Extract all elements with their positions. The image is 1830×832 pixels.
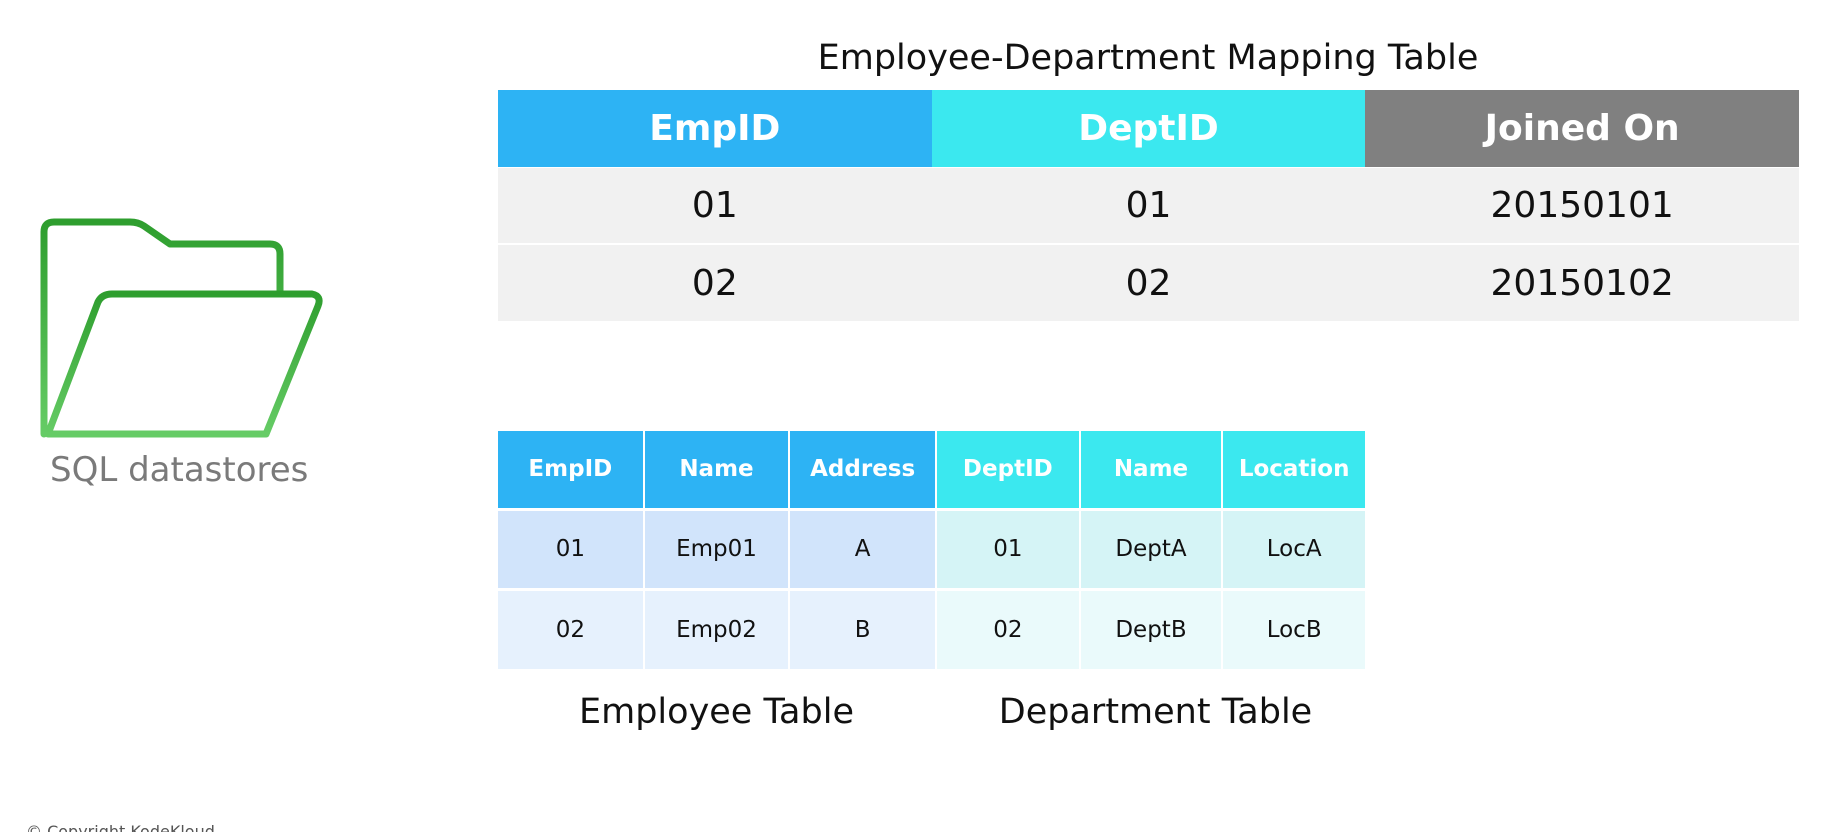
mapping-cell: 20150101: [1365, 166, 1799, 244]
table-row: 01 Emp01 A: [498, 507, 935, 589]
table-row: 02 Emp02 B: [498, 587, 935, 669]
employee-header-name: Name: [643, 431, 791, 509]
folder-label: SQL datastores: [50, 450, 309, 490]
employee-cell: 02: [498, 587, 645, 669]
department-table: DeptID Name Location 01 DeptA LocA 02 De…: [937, 431, 1365, 669]
department-header-location: Location: [1222, 431, 1365, 509]
department-table-caption: Department Table: [998, 692, 1313, 732]
employee-table-caption: Employee Table: [579, 692, 854, 732]
department-cell: LocA: [1222, 507, 1365, 589]
mapping-header-empid: EmpID: [498, 90, 932, 167]
employee-table-header-row: EmpID Name Address: [498, 431, 935, 509]
department-cell: DeptB: [1079, 587, 1224, 669]
table-row: 02 DeptB LocB: [937, 587, 1365, 669]
department-table-header-row: DeptID Name Location: [937, 431, 1365, 509]
mapping-cell: 01: [931, 166, 1366, 244]
employee-header-empid: EmpID: [498, 431, 645, 509]
copyright-notice: © Copyright KodeKloud: [26, 822, 215, 832]
department-cell: 02: [937, 587, 1081, 669]
mapping-table-header-row: EmpID DeptID Joined On: [498, 90, 1799, 167]
mapping-cell: 02: [498, 243, 932, 321]
mapping-header-joined-on: Joined On: [1365, 90, 1799, 167]
employee-header-address: Address: [789, 431, 935, 509]
department-cell: DeptA: [1079, 507, 1224, 589]
employee-table: EmpID Name Address 01 Emp01 A 02 Emp02 B: [498, 431, 935, 669]
folder-icon: [38, 212, 358, 442]
employee-cell: Emp02: [643, 587, 791, 669]
mapping-header-deptid: DeptID: [931, 90, 1366, 167]
employee-cell: B: [789, 587, 935, 669]
employee-cell: A: [789, 507, 935, 589]
mapping-cell: 01: [498, 166, 932, 244]
mapping-table-title: Employee-Department Mapping Table: [817, 38, 1479, 78]
mapping-table: EmpID DeptID Joined On 01 01 20150101 02…: [498, 90, 1799, 321]
employee-cell: 01: [498, 507, 645, 589]
table-row: 01 DeptA LocA: [937, 507, 1365, 589]
table-row: 01 01 20150101: [498, 166, 1799, 244]
mapping-cell: 20150102: [1365, 243, 1799, 321]
employee-cell: Emp01: [643, 507, 791, 589]
department-header-deptid: DeptID: [937, 431, 1081, 509]
department-cell: 01: [937, 507, 1081, 589]
department-cell: LocB: [1222, 587, 1365, 669]
mapping-cell: 02: [931, 243, 1366, 321]
department-header-name: Name: [1079, 431, 1224, 509]
table-row: 02 02 20150102: [498, 243, 1799, 321]
